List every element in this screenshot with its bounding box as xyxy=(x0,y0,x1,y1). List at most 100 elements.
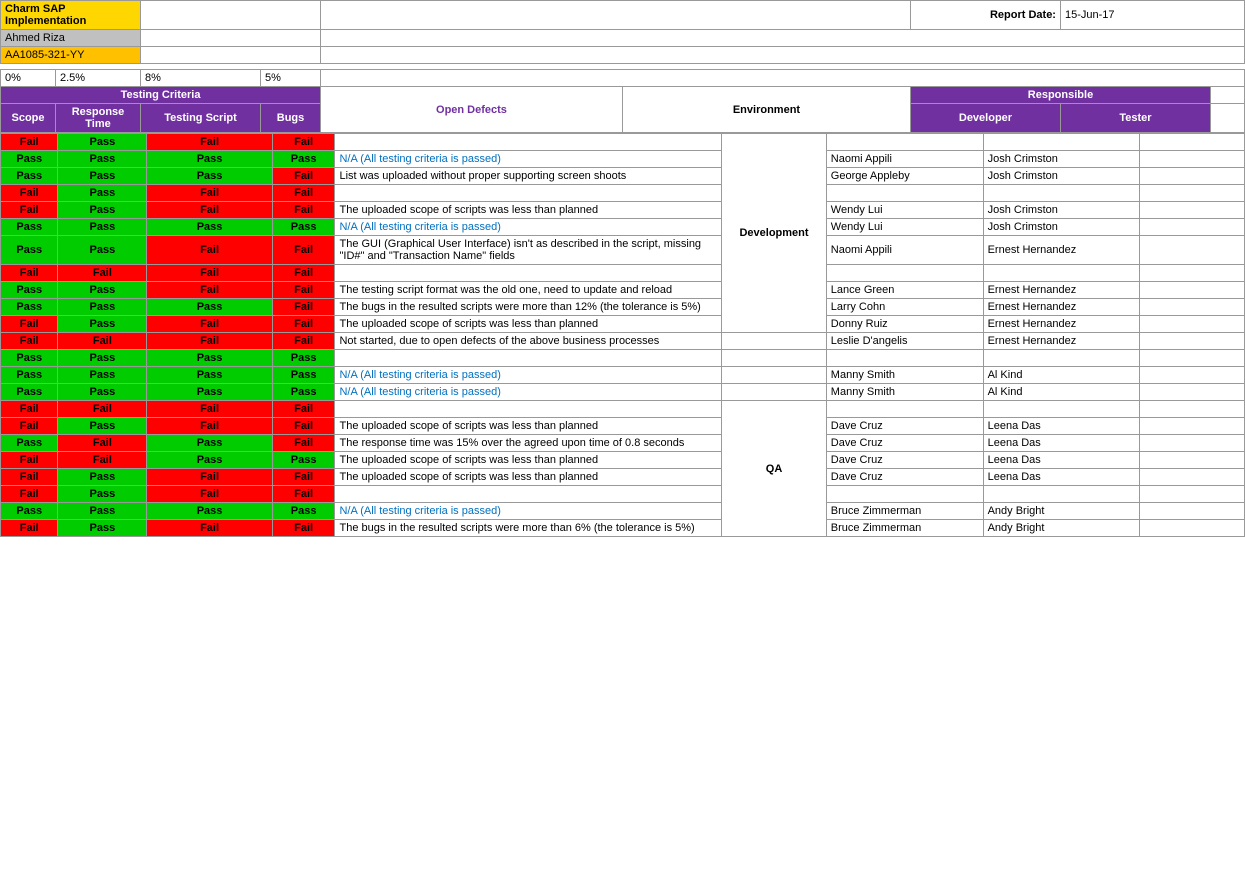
script-cell: Pass xyxy=(147,503,272,520)
defect-cell: The GUI (Graphical User Interface) isn't… xyxy=(335,236,722,265)
extra-cell xyxy=(1140,452,1245,469)
dev-cell xyxy=(826,265,983,282)
response-cell: Fail xyxy=(58,333,147,350)
response-cell: Pass xyxy=(58,503,147,520)
response-cell: Pass xyxy=(58,168,147,185)
dev-cell: Bruce Zimmerman xyxy=(826,503,983,520)
response-cell: Pass xyxy=(58,282,147,299)
tester-cell xyxy=(983,401,1140,418)
table-row: FailPassFailFail xyxy=(1,185,1245,202)
env-empty-cell xyxy=(722,333,827,350)
project-code: AA1085-321-YY xyxy=(1,47,141,64)
env-empty-cell xyxy=(722,350,827,367)
response-cell: Pass xyxy=(58,384,147,401)
pct-script: 8% xyxy=(141,70,261,87)
dev-cell: Lance Green xyxy=(826,282,983,299)
dev-cell xyxy=(826,486,983,503)
scope-cell: Fail xyxy=(1,134,58,151)
table-row: FailFailFailFailNot started, due to open… xyxy=(1,333,1245,350)
scope-cell: Fail xyxy=(1,486,58,503)
scope-cell: Pass xyxy=(1,299,58,316)
tester-cell: Al Kind xyxy=(983,384,1140,401)
bugs-cell: Fail xyxy=(272,265,335,282)
dev-cell: Dave Cruz xyxy=(826,435,983,452)
script-cell: Fail xyxy=(147,486,272,503)
table-row: PassPassPassFailList was uploaded withou… xyxy=(1,168,1245,185)
table-row: FailFailFailFailQA xyxy=(1,401,1245,418)
defect-cell xyxy=(335,350,722,367)
open-defects-header: Open Defects xyxy=(321,87,623,133)
response-cell: Pass xyxy=(58,134,147,151)
response-cell: Pass xyxy=(58,469,147,486)
bugs-cell: Fail xyxy=(272,316,335,333)
bugs-header: Bugs xyxy=(261,104,321,133)
table-row: FailPassFailFailThe uploaded scope of sc… xyxy=(1,469,1245,486)
script-cell: Pass xyxy=(147,299,272,316)
bugs-cell: Fail xyxy=(272,333,335,350)
dev-cell: Naomi Appili xyxy=(826,236,983,265)
dev-cell: Bruce Zimmerman xyxy=(826,520,983,537)
project-title: Charm SAP Implementation xyxy=(1,1,141,30)
tester-cell: Ernest Hernandez xyxy=(983,316,1140,333)
script-cell: Pass xyxy=(147,168,272,185)
dev-cell: Manny Smith xyxy=(826,384,983,401)
extra-cell xyxy=(1140,316,1245,333)
scope-cell: Fail xyxy=(1,401,58,418)
script-cell: Fail xyxy=(147,202,272,219)
bugs-cell: Pass xyxy=(272,367,335,384)
dev-cell: Wendy Lui xyxy=(826,202,983,219)
extra-cell xyxy=(1140,202,1245,219)
data-table: FailPassFailFailDevelopmentPassPassPassP… xyxy=(0,133,1245,537)
table-row: FailPassFailFailDevelopment xyxy=(1,134,1245,151)
table-row: FailPassFailFailThe bugs in the resulted… xyxy=(1,520,1245,537)
tester-cell: Andy Bright xyxy=(983,503,1140,520)
tester-cell: Josh Crimston xyxy=(983,219,1140,236)
script-cell: Pass xyxy=(147,350,272,367)
script-header: Testing Script xyxy=(141,104,261,133)
bugs-cell: Pass xyxy=(272,503,335,520)
extra-cell xyxy=(1140,299,1245,316)
defect-cell xyxy=(335,265,722,282)
scope-cell: Pass xyxy=(1,350,58,367)
tester-cell: Ernest Hernandez xyxy=(983,236,1140,265)
script-cell: Pass xyxy=(147,367,272,384)
table-row: FailFailFailFail xyxy=(1,265,1245,282)
dev-cell: George Appleby xyxy=(826,168,983,185)
tester-cell: Ernest Hernandez xyxy=(983,282,1140,299)
response-cell: Pass xyxy=(58,520,147,537)
scope-cell: Pass xyxy=(1,367,58,384)
extra-cell xyxy=(1140,503,1245,520)
script-cell: Fail xyxy=(147,520,272,537)
dev-cell: Naomi Appili xyxy=(826,151,983,168)
env-empty-cell xyxy=(722,384,827,401)
response-cell: Pass xyxy=(58,350,147,367)
script-cell: Pass xyxy=(147,452,272,469)
report-date: 15-Jun-17 xyxy=(1060,1,1244,30)
bugs-cell: Fail xyxy=(272,435,335,452)
response-cell: Pass xyxy=(58,151,147,168)
response-cell: Pass xyxy=(58,316,147,333)
bugs-cell: Fail xyxy=(272,168,335,185)
tester-cell: Leena Das xyxy=(983,435,1140,452)
extra-cell xyxy=(1140,520,1245,537)
bugs-cell: Fail xyxy=(272,185,335,202)
testing-criteria-header: Testing Criteria xyxy=(1,87,321,104)
defect-cell: The uploaded scope of scripts was less t… xyxy=(335,202,722,219)
script-cell: Pass xyxy=(147,151,272,168)
scope-cell: Pass xyxy=(1,168,58,185)
defect-cell xyxy=(335,401,722,418)
script-cell: Pass xyxy=(147,219,272,236)
extra-cell xyxy=(1140,185,1245,202)
report-date-label: Report Date: xyxy=(910,1,1060,30)
tester-cell: Josh Crimston xyxy=(983,168,1140,185)
defect-cell: N/A (All testing criteria is passed) xyxy=(335,367,722,384)
defect-cell: List was uploaded without proper support… xyxy=(335,168,722,185)
extra-cell xyxy=(1140,151,1245,168)
tester-cell: Josh Crimston xyxy=(983,151,1140,168)
scope-cell: Pass xyxy=(1,384,58,401)
defect-cell xyxy=(335,185,722,202)
main-table: Charm SAP Implementation Report Date: 15… xyxy=(0,0,1245,133)
bugs-cell: Fail xyxy=(272,418,335,435)
tester-cell xyxy=(983,185,1140,202)
response-cell: Pass xyxy=(58,299,147,316)
